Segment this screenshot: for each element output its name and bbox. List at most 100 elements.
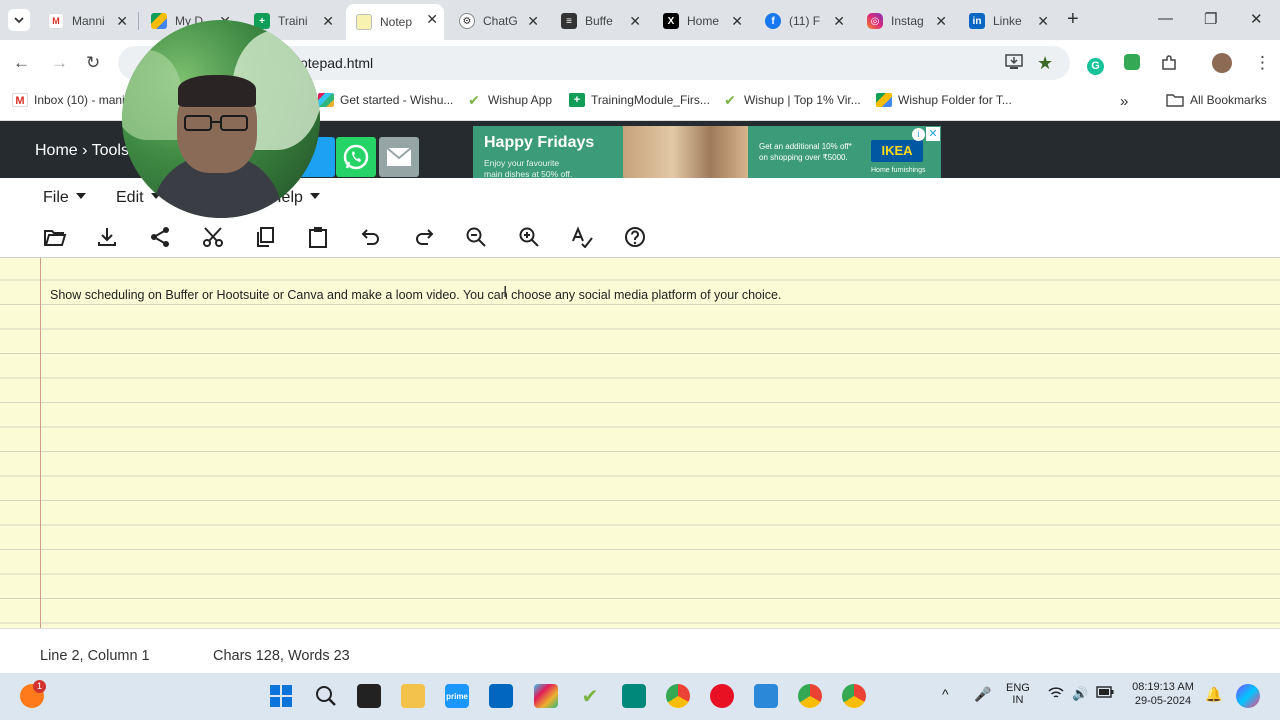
- clock[interactable]: 08:19:13 AM 29-05-2024: [1126, 681, 1200, 707]
- breadcrumb-separator: ›: [82, 142, 88, 159]
- close-icon[interactable]: ✕: [731, 13, 743, 30]
- share-whatsapp-button[interactable]: [336, 137, 376, 177]
- wishup-app-icon[interactable]: ✔: [578, 684, 602, 708]
- prime-video-icon[interactable]: prime: [445, 684, 469, 708]
- linkedin-icon: in: [969, 13, 985, 29]
- ad-banner[interactable]: Happy Fridays Enjoy your favourite main …: [473, 126, 941, 186]
- install-app-icon[interactable]: [1005, 54, 1023, 75]
- microphone-icon[interactable]: 🎤: [974, 686, 991, 703]
- cut-icon: [203, 227, 223, 247]
- editor-text[interactable]: Show scheduling on Buffer or Hootsuite o…: [50, 288, 781, 302]
- volume-icon[interactable]: 🔊: [1072, 686, 1088, 702]
- close-icon[interactable]: ✕: [935, 13, 947, 30]
- copy-button[interactable]: [252, 224, 278, 250]
- cut-button[interactable]: [200, 224, 226, 250]
- tab-gmail[interactable]: M Manni ✕: [38, 6, 134, 36]
- chrome-profile-m-icon[interactable]: [842, 684, 866, 708]
- chrome-profile-icon[interactable]: [798, 684, 822, 708]
- notifications-bell-icon[interactable]: 🔔: [1205, 686, 1222, 703]
- person-hair: [178, 75, 256, 107]
- tab-search-button[interactable]: [8, 9, 30, 31]
- close-icon[interactable]: ✕: [629, 13, 641, 30]
- close-icon[interactable]: ✕: [527, 13, 539, 30]
- editor-textarea[interactable]: [0, 258, 1280, 628]
- close-icon[interactable]: ✕: [1037, 13, 1049, 30]
- tab-instagram[interactable]: ◎ Instag ✕: [857, 6, 953, 36]
- caret-down-icon: [75, 193, 86, 199]
- extension-green-icon[interactable]: [1124, 54, 1140, 75]
- open-file-button[interactable]: [42, 224, 68, 250]
- close-window-button[interactable]: ✕: [1250, 10, 1263, 28]
- tab-facebook[interactable]: f (11) F ✕: [755, 6, 851, 36]
- google-meet-icon[interactable]: [622, 684, 646, 708]
- wifi-icon[interactable]: [1048, 686, 1064, 703]
- windows-start-icon[interactable]: [269, 684, 293, 708]
- battery-icon[interactable]: [1096, 686, 1114, 701]
- kebab-menu-icon[interactable]: ⋮: [1254, 53, 1271, 73]
- bookmark-wishup-app[interactable]: ✔ Wishup App: [466, 93, 552, 107]
- profile-avatar-icon[interactable]: [1212, 53, 1232, 78]
- ad-subtext-1: Enjoy your favourite: [484, 158, 560, 168]
- ad-offer-1: Get an additional 10% off*: [759, 142, 852, 151]
- forward-icon[interactable]: →: [51, 53, 68, 73]
- more-bookmarks-button[interactable]: »: [1120, 93, 1128, 110]
- breadcrumb-home-link[interactable]: Home: [35, 142, 78, 159]
- share-email-button[interactable]: [379, 137, 419, 177]
- tab-x[interactable]: X Home ✕: [653, 6, 749, 36]
- close-icon[interactable]: ✕: [116, 13, 128, 30]
- ad-headline: Happy Fridays: [484, 134, 595, 151]
- bookmark-wishup-top[interactable]: ✔ Wishup | Top 1% Vir...: [722, 93, 861, 107]
- paste-button[interactable]: [305, 224, 331, 250]
- file-explorer-icon[interactable]: [401, 684, 425, 708]
- close-icon[interactable]: ✕: [426, 11, 438, 28]
- help-button[interactable]: [622, 224, 648, 250]
- copilot-icon[interactable]: [1236, 684, 1260, 708]
- bookmark-inbox[interactable]: M Inbox (10) - mani: [12, 93, 125, 107]
- zoom-in-icon: [519, 227, 539, 247]
- chrome-icon[interactable]: [666, 684, 690, 708]
- extensions-puzzle-icon[interactable]: [1160, 54, 1178, 77]
- breadcrumb-tools-link[interactable]: Tools: [92, 142, 129, 159]
- zoom-in-button[interactable]: [516, 224, 542, 250]
- restore-button[interactable]: ❐: [1204, 10, 1217, 28]
- show-hidden-icons-icon[interactable]: ^: [942, 686, 949, 702]
- x-icon: X: [663, 13, 679, 29]
- back-icon[interactable]: ←: [13, 53, 30, 73]
- gmail-icon: M: [48, 13, 64, 29]
- opera-icon[interactable]: [710, 684, 734, 708]
- bookmark-get-started[interactable]: Get started - Wishu...: [318, 93, 453, 107]
- tab-notepad[interactable]: Notep ✕: [346, 4, 444, 40]
- task-view-icon[interactable]: [357, 684, 381, 708]
- all-bookmarks-button[interactable]: All Bookmarks: [1166, 93, 1267, 107]
- notepad-app-icon[interactable]: [754, 684, 778, 708]
- tab-linkedin[interactable]: in Linke ✕: [959, 6, 1055, 36]
- tab-chatgpt[interactable]: ⚙ ChatG ✕: [449, 6, 545, 36]
- microsoft-store-icon[interactable]: [489, 684, 513, 708]
- reload-icon[interactable]: ↻: [86, 53, 100, 73]
- close-icon[interactable]: ✕: [322, 13, 334, 30]
- ad-close-icon[interactable]: ✕: [926, 127, 940, 141]
- status-bar: [0, 628, 1280, 673]
- ikea-logo: IKEA: [871, 140, 923, 162]
- zoom-out-button[interactable]: [463, 224, 489, 250]
- menu-file[interactable]: File: [43, 189, 86, 207]
- bookmark-training-module[interactable]: + TrainingModule_Firs...: [569, 93, 710, 107]
- redo-button[interactable]: [411, 224, 437, 250]
- bookmark-star-icon[interactable]: ★: [1037, 53, 1053, 74]
- ad-info-icon[interactable]: i: [912, 128, 925, 141]
- wishup-icon: ✔: [724, 92, 736, 108]
- minimize-button[interactable]: —: [1158, 10, 1173, 27]
- share-button[interactable]: [147, 224, 173, 250]
- search-icon[interactable]: [314, 684, 338, 708]
- grammarly-icon[interactable]: G: [1087, 54, 1104, 75]
- new-tab-button[interactable]: +: [1067, 8, 1079, 31]
- bookmark-wishup-folder[interactable]: Wishup Folder for T...: [876, 93, 1012, 107]
- language-indicator[interactable]: ENG IN: [1006, 682, 1030, 706]
- close-icon[interactable]: ✕: [833, 13, 845, 30]
- slack-icon[interactable]: [534, 684, 558, 708]
- tab-buffer[interactable]: ≡ Buffe ✕: [551, 6, 647, 36]
- tab-divider: [138, 12, 139, 30]
- download-button[interactable]: [94, 224, 120, 250]
- spellcheck-button[interactable]: [569, 224, 595, 250]
- undo-button[interactable]: [358, 224, 384, 250]
